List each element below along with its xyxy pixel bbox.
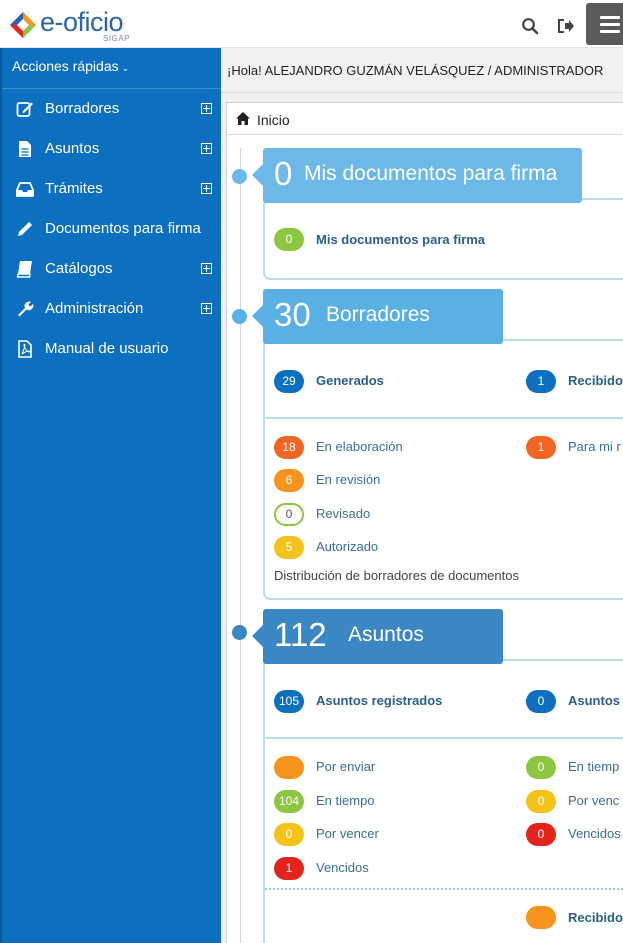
count-badge: 105 — [274, 690, 304, 713]
sidebar-item-borradores[interactable]: Borradores — [2, 89, 221, 129]
logo-mark-icon — [10, 12, 36, 38]
expand-icon[interactable] — [201, 263, 212, 274]
por-vencer-link[interactable]: Por vencer — [316, 826, 379, 841]
asuntos-title: Asuntos — [348, 623, 424, 646]
count-badge: 0 — [274, 503, 304, 526]
firma-header[interactable]: 0 Mis documentos para firma — [252, 148, 582, 203]
sidebar-item-catalogos[interactable]: Catálogos — [2, 249, 221, 289]
sidebar-item-manual[interactable]: Manual de usuario — [2, 329, 221, 369]
expand-icon[interactable] — [201, 303, 212, 314]
sidebar: Acciones rápidas ⌄ Borradores Asuntos Tr… — [0, 48, 221, 943]
por-enviar-link[interactable]: Por enviar — [316, 759, 375, 774]
breadcrumb: Inicio — [227, 103, 623, 135]
borradores-header[interactable]: 30 Borradores — [252, 289, 503, 344]
expand-icon[interactable] — [201, 143, 212, 154]
status-badge — [274, 756, 304, 779]
count-badge: 18 — [274, 436, 304, 459]
sidebar-item-administracion[interactable]: Administración — [2, 289, 221, 329]
app-logo[interactable]: e-oficio SIGAP — [10, 7, 150, 43]
revisado-link[interactable]: Revisado — [316, 506, 370, 521]
expand-icon[interactable] — [201, 103, 212, 114]
file-icon — [19, 141, 31, 157]
wrench-icon — [18, 301, 34, 317]
count-badge: 29 — [274, 370, 304, 393]
count-badge: 5 — [274, 536, 304, 559]
recibidos-vencidos-link[interactable]: Vencidos — [568, 826, 621, 841]
en-tiempo-link[interactable]: En tiempo — [316, 793, 375, 808]
count-badge: 0 — [526, 690, 556, 713]
pdf-icon — [18, 340, 32, 358]
recibidos-link[interactable]: Recibido — [568, 373, 623, 388]
asuntos-header[interactable]: 112 Asuntos — [252, 609, 503, 664]
sidebar-item-label: Trámites — [45, 180, 103, 197]
sidebar-item-tramites[interactable]: Trámites — [2, 169, 221, 209]
breadcrumb-home-link[interactable]: Inicio — [257, 112, 290, 128]
vencidos-link[interactable]: Vencidos — [316, 860, 369, 875]
sidebar-item-label: Asuntos — [45, 140, 100, 157]
dashboard-panel: Inicio 0 Mis documentos para firma 0 Mis… — [226, 102, 623, 943]
inbox-icon — [16, 182, 34, 197]
sidebar-item-label: Administración — [45, 300, 144, 317]
sidebar-menu: Borradores Asuntos Trámites Documentos p… — [2, 89, 221, 369]
book-icon — [16, 261, 32, 278]
autorizado-link[interactable]: Autorizado — [316, 539, 378, 554]
en-revision-link[interactable]: En revisión — [316, 472, 380, 487]
quick-actions-label: Acciones rápidas — [12, 58, 119, 74]
status-badge — [526, 906, 556, 929]
count-badge: 0 — [274, 823, 304, 846]
count-badge: 0 — [526, 823, 556, 846]
logo-subtitle: SIGAP — [103, 34, 130, 43]
recibidos-bottom-link[interactable]: Recibido — [568, 910, 623, 925]
sidebar-item-asuntos[interactable]: Asuntos — [2, 129, 221, 169]
generados-link[interactable]: Generados — [316, 373, 384, 388]
count-badge: 0 — [526, 756, 556, 779]
asuntos-recibidos-link[interactable]: Asuntos — [568, 693, 620, 708]
recibidos-en-tiempo-link[interactable]: En tiemp — [568, 759, 619, 774]
top-header: e-oficio SIGAP — [0, 0, 623, 48]
pencil-icon — [18, 222, 32, 236]
quick-actions-dropdown[interactable]: Acciones rápidas ⌄ — [2, 48, 221, 89]
recibidos-por-vencer-link[interactable]: Por venc — [568, 793, 619, 808]
sidebar-item-label: Borradores — [45, 100, 120, 117]
user-greeting: ¡Hola! ALEJANDRO GUZMÁN VELÁSQUEZ / ADMI… — [227, 63, 604, 78]
sidebar-item-label: Documentos para firma — [45, 220, 201, 237]
count-badge: 104 — [274, 790, 304, 813]
firma-title: Mis documentos para firma — [304, 162, 558, 185]
timeline-dot — [232, 625, 247, 640]
asuntos-registrados-link[interactable]: Asuntos registrados — [316, 693, 442, 708]
borradores-note: Distribución de borradores de documentos — [274, 568, 519, 583]
expand-icon[interactable] — [201, 183, 212, 194]
borradores-total-count: 30 — [274, 296, 311, 333]
search-icon[interactable] — [521, 17, 539, 35]
sidebar-item-documentos-firma[interactable]: Documentos para firma — [2, 209, 221, 249]
sidebar-item-label: Catálogos — [45, 260, 113, 277]
chevron-down-icon: ⌄ — [121, 63, 130, 73]
para-mi-revision-link[interactable]: Para mi r — [568, 439, 621, 454]
count-badge: 0 — [526, 790, 556, 813]
en-elaboracion-link[interactable]: En elaboración — [316, 439, 403, 454]
count-badge: 1 — [526, 370, 556, 393]
timeline-dot — [232, 309, 247, 324]
timeline-line — [240, 148, 241, 943]
count-badge: 6 — [274, 469, 304, 492]
firma-item-link[interactable]: Mis documentos para firma — [316, 232, 485, 247]
count-badge: 0 — [274, 228, 304, 251]
firma-total-count: 0 — [274, 155, 293, 192]
edit-icon — [16, 102, 33, 117]
borradores-title: Borradores — [326, 303, 430, 326]
asuntos-total-count: 112 — [274, 616, 327, 653]
home-icon — [236, 112, 250, 125]
menu-toggle-button[interactable] — [586, 3, 623, 45]
sidebar-item-label: Manual de usuario — [45, 340, 169, 357]
main-content: ¡Hola! ALEJANDRO GUZMÁN VELÁSQUEZ / ADMI… — [221, 48, 623, 943]
count-badge: 1 — [526, 436, 556, 459]
timeline-dot — [232, 169, 247, 184]
logout-icon[interactable] — [557, 17, 575, 35]
count-badge: 1 — [274, 857, 304, 880]
